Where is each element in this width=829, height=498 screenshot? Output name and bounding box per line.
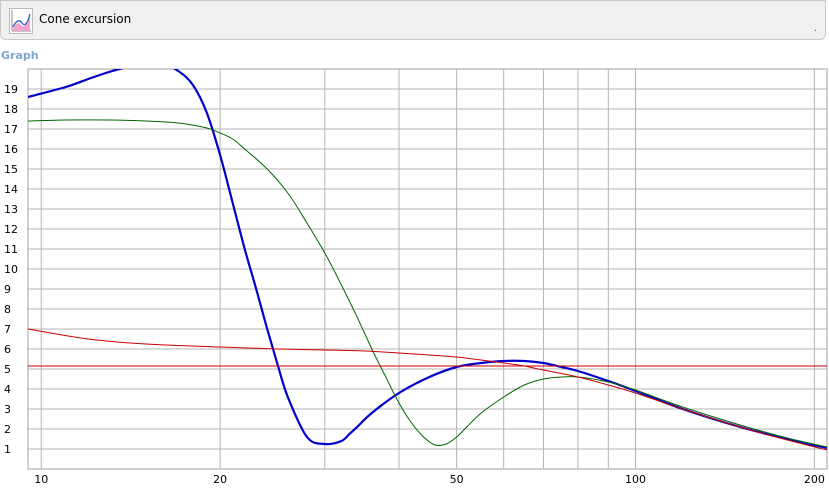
y-tick-label: 9: [4, 283, 11, 296]
y-tick-label: 15: [4, 163, 18, 176]
y-tick-label: 7: [4, 323, 11, 336]
y-tick-label: 18: [4, 103, 18, 116]
x-tick-label: 50: [450, 473, 464, 486]
y-tick-label: 10: [4, 263, 18, 276]
y-tick-label: 12: [4, 223, 18, 236]
y-tick-label: 11: [4, 243, 18, 256]
y-tick-label: 19: [4, 83, 18, 96]
x-tick-label: 10: [34, 473, 48, 486]
excursion-chart: 1234567891011121314151617181910 20 50 100 20…: [4, 68, 828, 486]
y-tick-label: 3: [4, 403, 11, 416]
y-tick-label: 6: [4, 343, 11, 356]
x-tick-label: 100: [625, 473, 646, 486]
y-tick-label: 2: [4, 423, 11, 436]
y-tick-label: 13: [4, 203, 18, 216]
y-tick-label: 1: [4, 443, 11, 456]
y-tick-label: 5: [4, 363, 11, 376]
x-tick-label: 20: [213, 473, 227, 486]
y-tick-label: 14: [4, 183, 18, 196]
y-tick-label: 17: [4, 123, 18, 136]
y-tick-label: 8: [4, 303, 11, 316]
y-tick-label: 4: [4, 383, 11, 396]
x-tick-label: 200: [804, 473, 825, 486]
y-tick-label: 16: [4, 143, 18, 156]
